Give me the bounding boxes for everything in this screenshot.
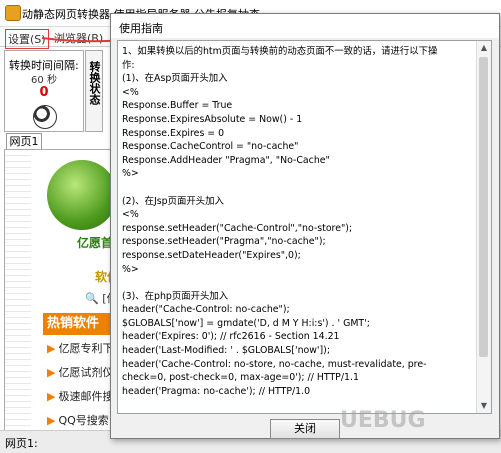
list-item[interactable]: ▶亿愿试剂仪器 <box>47 364 115 380</box>
menu-settings[interactable]: 设置(S) <box>5 29 49 49</box>
tab-web1[interactable]: 网页1 <box>6 133 42 150</box>
interval-panel: 转换时间间隔: 60 秒 0 <box>4 50 84 132</box>
list-item-label: QQ号搜索 <box>58 414 109 427</box>
arrow-icon: ▶ <box>47 414 56 427</box>
close-button[interactable]: 关闭 <box>270 419 340 439</box>
search-icon: 🔍 <box>85 292 99 305</box>
status-text: 网页1: <box>5 437 38 450</box>
menu-browser[interactable]: 浏览器(B) <box>52 29 105 47</box>
hot-software-header: 热销软件 <box>43 313 115 335</box>
list-item[interactable]: ▶亿愿专利下载 <box>47 340 115 356</box>
list-item[interactable]: ▶ QQ号搜索 <box>47 412 109 428</box>
arrow-icon: ▶ <box>47 366 56 379</box>
guide-textarea[interactable]: 1、如果转换以后的htm页面与转换前的动态页面不一致的话，请进行以下操 作: (… <box>117 40 492 414</box>
watermark: UEBUG <box>340 408 426 433</box>
list-item-label: 亿愿试剂仪器 <box>58 366 115 379</box>
arrow-icon: ▶ <box>47 342 56 355</box>
convert-status-label: 转换状态 <box>88 61 101 105</box>
arrow-icon: ▶ <box>47 390 56 403</box>
list-item[interactable]: ▶极速邮件搜索 <box>47 388 115 404</box>
preview-ruler <box>5 150 31 430</box>
globe-logo <box>47 160 115 230</box>
convert-status-panel: 转换状态 <box>85 50 103 132</box>
interval-value: 60 秒 <box>31 75 57 86</box>
scroll-up-icon[interactable]: ▲ <box>477 41 491 55</box>
guide-content: 1、如果转换以后的htm页面与转换前的动态页面不一致的话，请进行以下操 作: (… <box>122 46 438 397</box>
scroll-thumb[interactable] <box>479 57 488 357</box>
guide-dialog: 使用指南 1、如果转换以后的htm页面与转换前的动态页面不一致的话，请进行以下操… <box>110 13 500 439</box>
app-icon <box>5 5 21 21</box>
vertical-scrollbar[interactable]: ▲ ▼ <box>476 41 491 413</box>
dialog-title: 使用指南 <box>119 22 163 35</box>
list-item-label: 极速邮件搜索 <box>58 390 115 403</box>
scroll-down-icon[interactable]: ▼ <box>477 399 491 413</box>
countdown-value: 0 <box>39 85 49 100</box>
dialog-body: 1、如果转换以后的htm页面与转换前的动态页面不一致的话，请进行以下操 作: (… <box>111 38 499 439</box>
dialog-title-bar[interactable]: 使用指南 <box>111 14 499 38</box>
site-name: 亿愿首 <box>77 236 114 250</box>
web-preview: 亿愿首 软件 🔍 [亿 热销软件 ▶亿愿专利下载 ▶亿愿试剂仪器 ▶极速邮件搜索… <box>4 149 116 431</box>
list-item-label: 亿愿专利下载 <box>58 342 115 355</box>
football-icon <box>33 105 57 129</box>
